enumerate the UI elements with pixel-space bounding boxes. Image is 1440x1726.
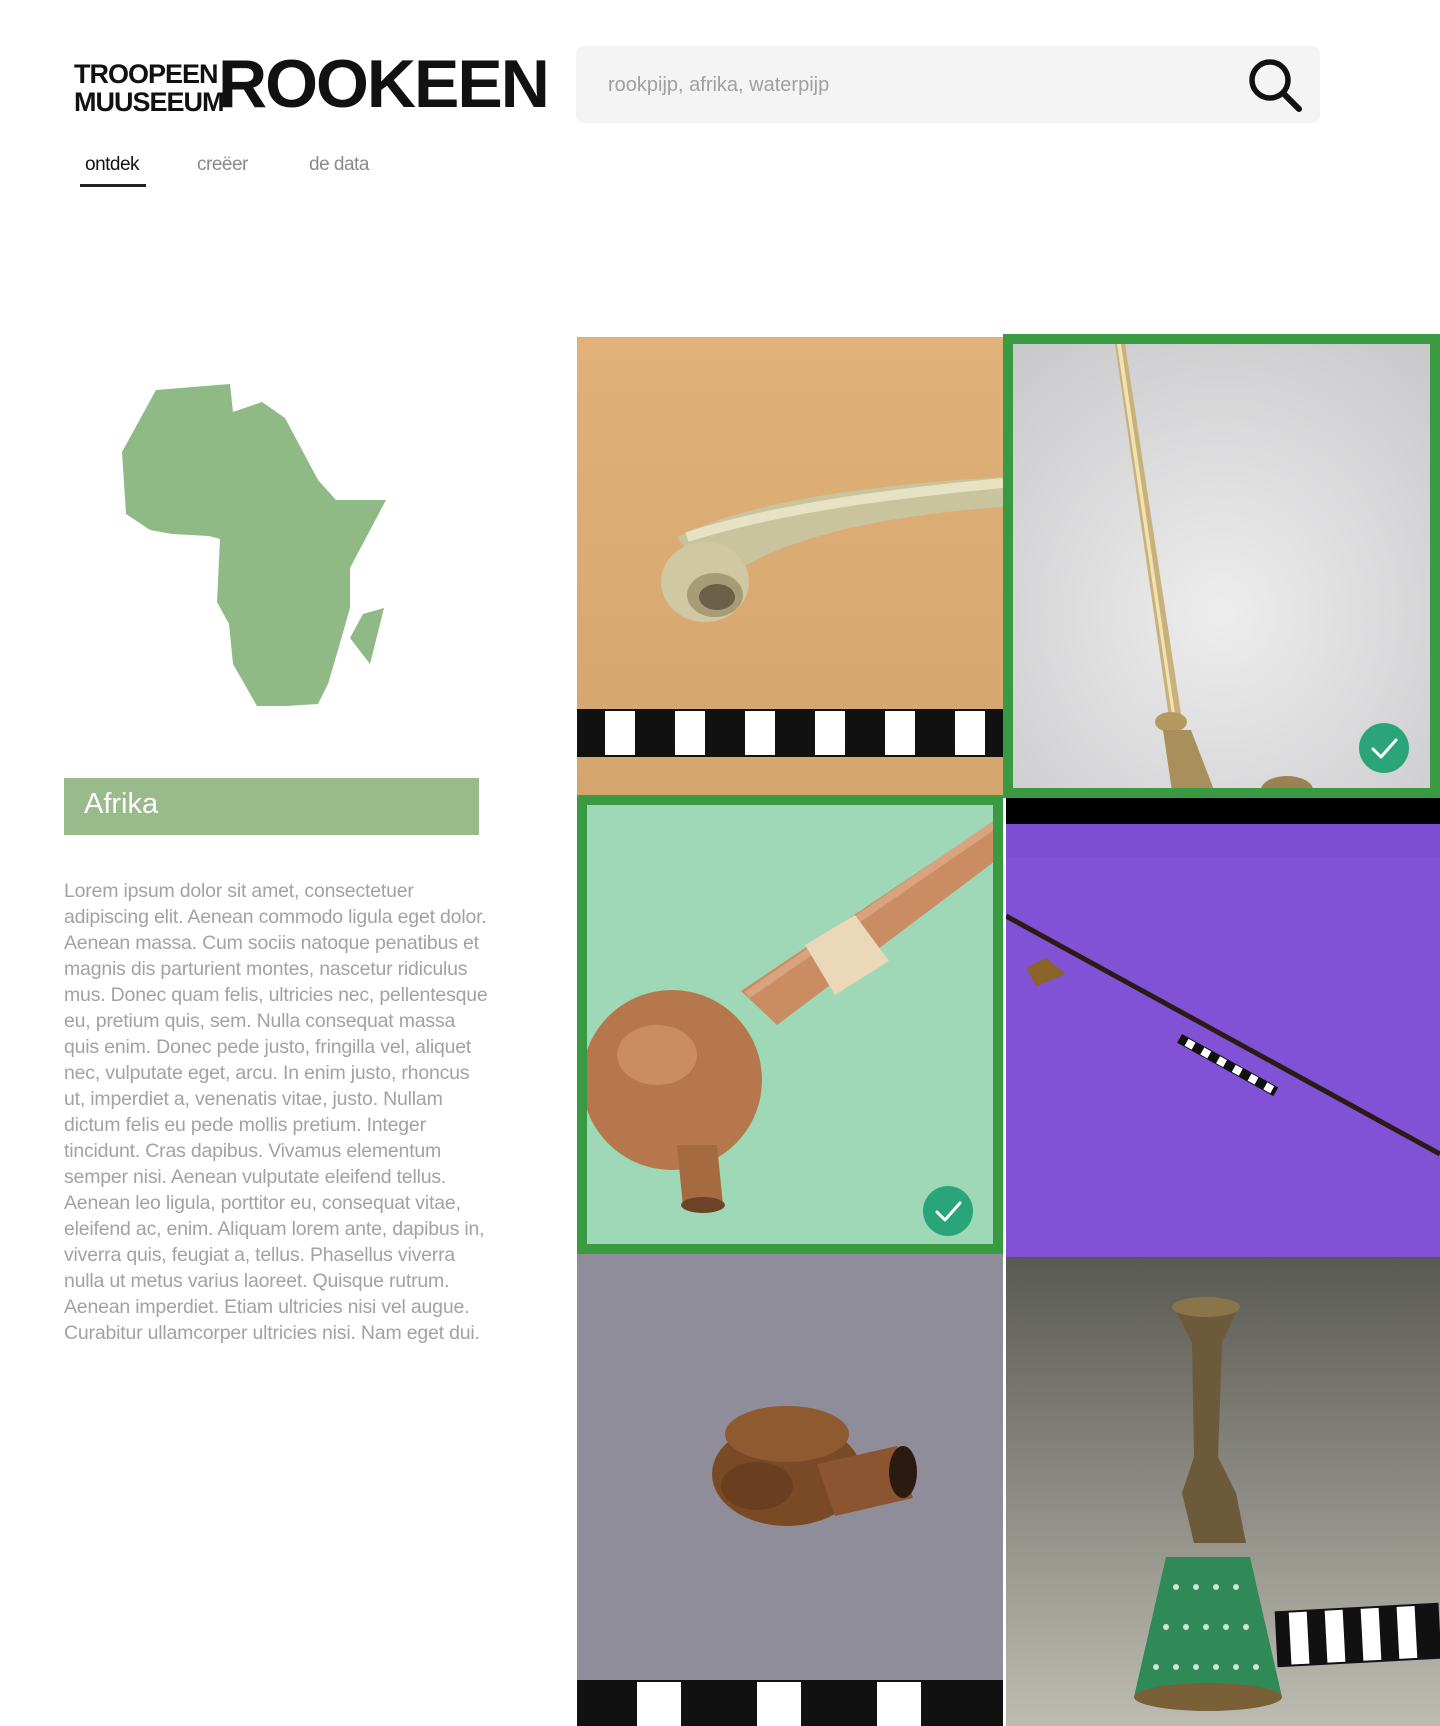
result-tile-clay-pipe[interactable]	[577, 337, 1003, 795]
result-tile-brass-pipe[interactable]	[1003, 334, 1440, 798]
tab-label: ontdek	[85, 154, 140, 175]
active-tab-indicator	[80, 184, 146, 187]
checkmark-icon	[1371, 738, 1398, 759]
result-tile-purple-pipe[interactable]	[1006, 798, 1440, 1257]
region-banner: Afrika	[64, 778, 479, 835]
rookeen-logo[interactable]: ROOKEEN	[218, 50, 550, 118]
region-title: Afrika	[84, 788, 159, 820]
result-tile-waterpipe[interactable]	[1006, 1257, 1440, 1726]
purple-pipe-image	[1006, 798, 1440, 1257]
clay-pipe-image	[577, 337, 1003, 795]
tab-label: de data	[309, 154, 369, 175]
waterpipe-image	[1006, 1257, 1440, 1726]
search-icon	[1249, 59, 1302, 112]
results-grid	[577, 334, 1440, 1726]
tropenmuseum-logo[interactable]: TROOPEEN MUUSEEUM	[74, 59, 225, 117]
logo-line-2: MUUSEEUM	[74, 87, 225, 117]
search-button[interactable]	[1244, 54, 1306, 116]
tab-creeer[interactable]: creëer	[197, 154, 248, 176]
search-input[interactable]	[606, 46, 1210, 125]
search-bar	[576, 46, 1320, 125]
tab-ontdek[interactable]: ontdek	[80, 154, 146, 187]
selected-check-badge	[923, 1186, 973, 1236]
result-tile-carved-pipe[interactable]	[577, 1254, 1003, 1726]
africa-map-icon	[122, 384, 386, 706]
result-tile-wooden-pipe[interactable]	[577, 795, 1003, 1254]
carved-pipe-image	[577, 1254, 1003, 1726]
logo-line-1: TROOPEEN	[74, 59, 219, 89]
tab-de-data[interactable]: de data	[309, 154, 369, 176]
tab-label: creëer	[197, 154, 248, 175]
selected-check-badge	[1359, 723, 1409, 773]
region-description: Lorem ipsum dolor sit amet, consectetuer…	[64, 880, 488, 1344]
checkmark-icon	[935, 1201, 962, 1222]
